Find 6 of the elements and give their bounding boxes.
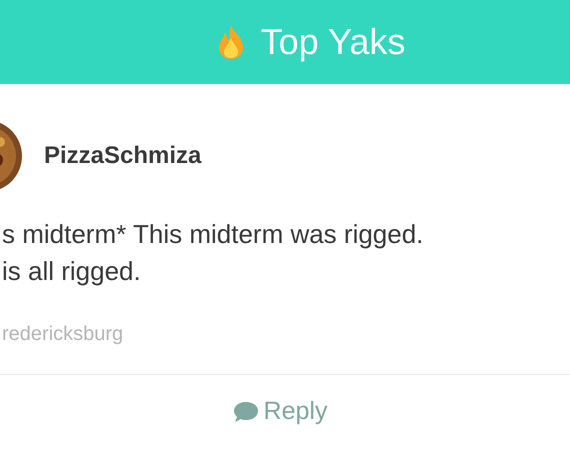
post-text: s midterm* This midterm was rigged.	[2, 218, 424, 251]
header-title: Top Yaks	[260, 21, 406, 63]
location-label: redericksburg	[1, 323, 124, 346]
post-text: is all rigged.	[2, 255, 142, 288]
username[interactable]: PizzaSchmiza	[44, 142, 202, 170]
speech-bubble-icon	[232, 400, 259, 422]
